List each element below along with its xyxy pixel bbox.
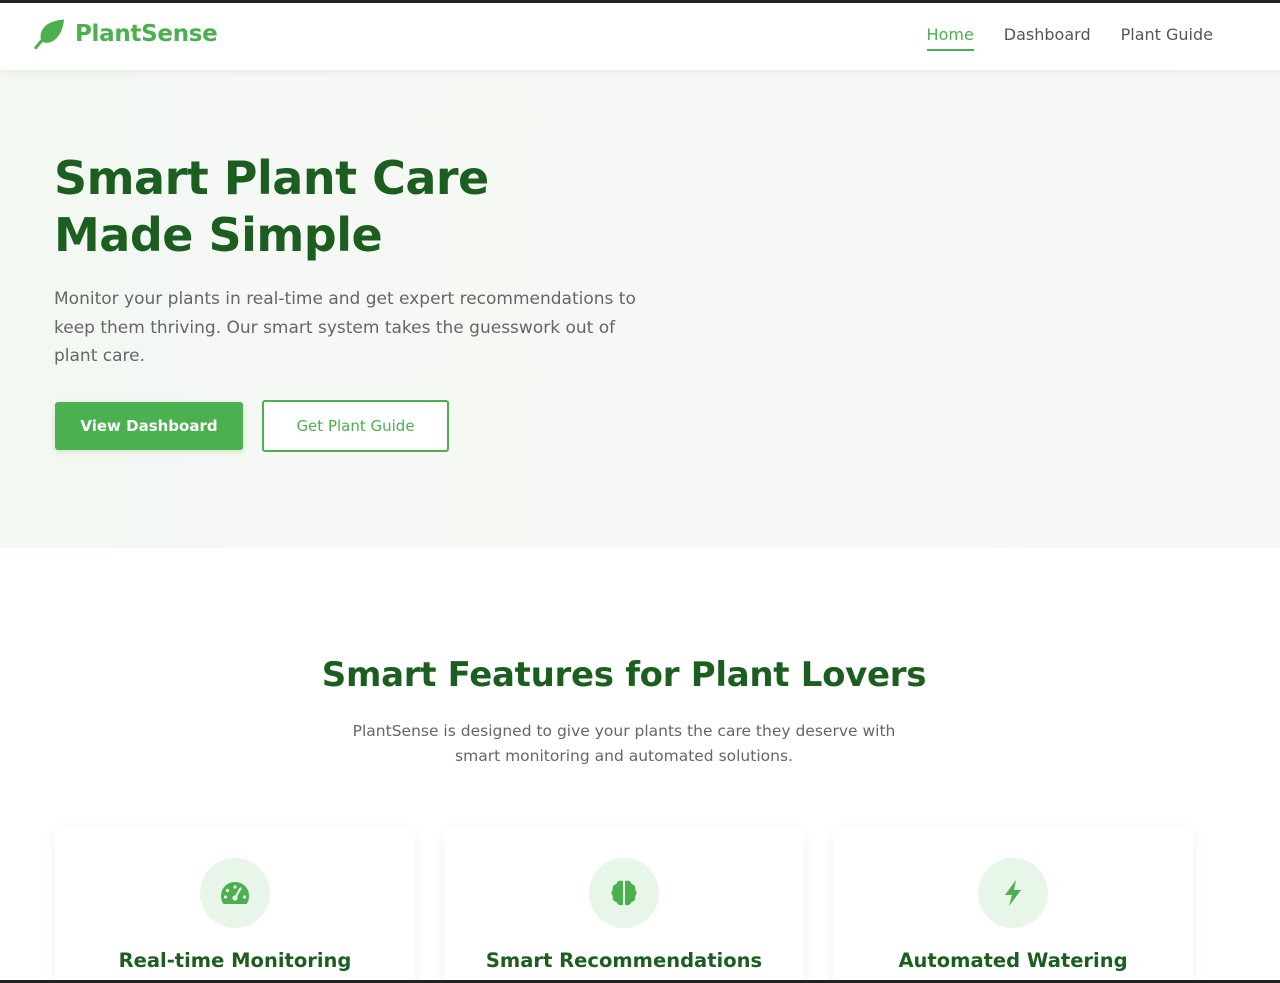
main-nav: Home Dashboard Plant Guide [897,25,1213,51]
bolt-icon [1005,880,1021,906]
feature-card-recommendations: Smart Recommendations [444,828,804,980]
hero-title: Smart Plant Care Made Simple [54,150,694,264]
feature-title: Automated Watering [898,949,1128,972]
nav-link-home[interactable]: Home [926,25,974,51]
hero-section: Smart Plant Care Made Simple Monitor you… [0,70,1280,548]
features-subtitle: PlantSense is designed to give your plan… [352,722,896,765]
hero-title-line-2: Made Simple [54,208,383,262]
features-title: Smart Features for Plant Lovers [321,655,927,695]
nav-link-dashboard[interactable]: Dashboard [1004,25,1091,51]
hero-title-line-1: Smart Plant Care [54,151,489,205]
feature-card-watering: Automated Watering [833,828,1193,980]
hero-description: Monitor your plants in real-time and get… [54,289,636,366]
feature-icon-badge [200,858,270,928]
gauge-icon [221,882,249,904]
leaf-icon [34,19,65,50]
feature-title: Smart Recommendations [485,949,763,972]
feature-title: Real-time Monitoring [118,949,352,972]
page: PlantSense Home Dashboard Plant Guide Sm… [0,0,1280,983]
get-plant-guide-button[interactable]: Get Plant Guide [262,400,449,452]
view-dashboard-button[interactable]: View Dashboard [55,402,243,450]
feature-card-monitoring: Real-time Monitoring [55,828,415,980]
feature-icon-badge [589,858,659,928]
feature-icon-badge [978,858,1048,928]
brain-icon [611,880,637,906]
brand-name: PlantSense [75,21,218,47]
brand-logo-link[interactable]: PlantSense [34,18,218,50]
nav-link-plant-guide[interactable]: Plant Guide [1121,25,1213,51]
navbar: PlantSense Home Dashboard Plant Guide [0,3,1280,70]
